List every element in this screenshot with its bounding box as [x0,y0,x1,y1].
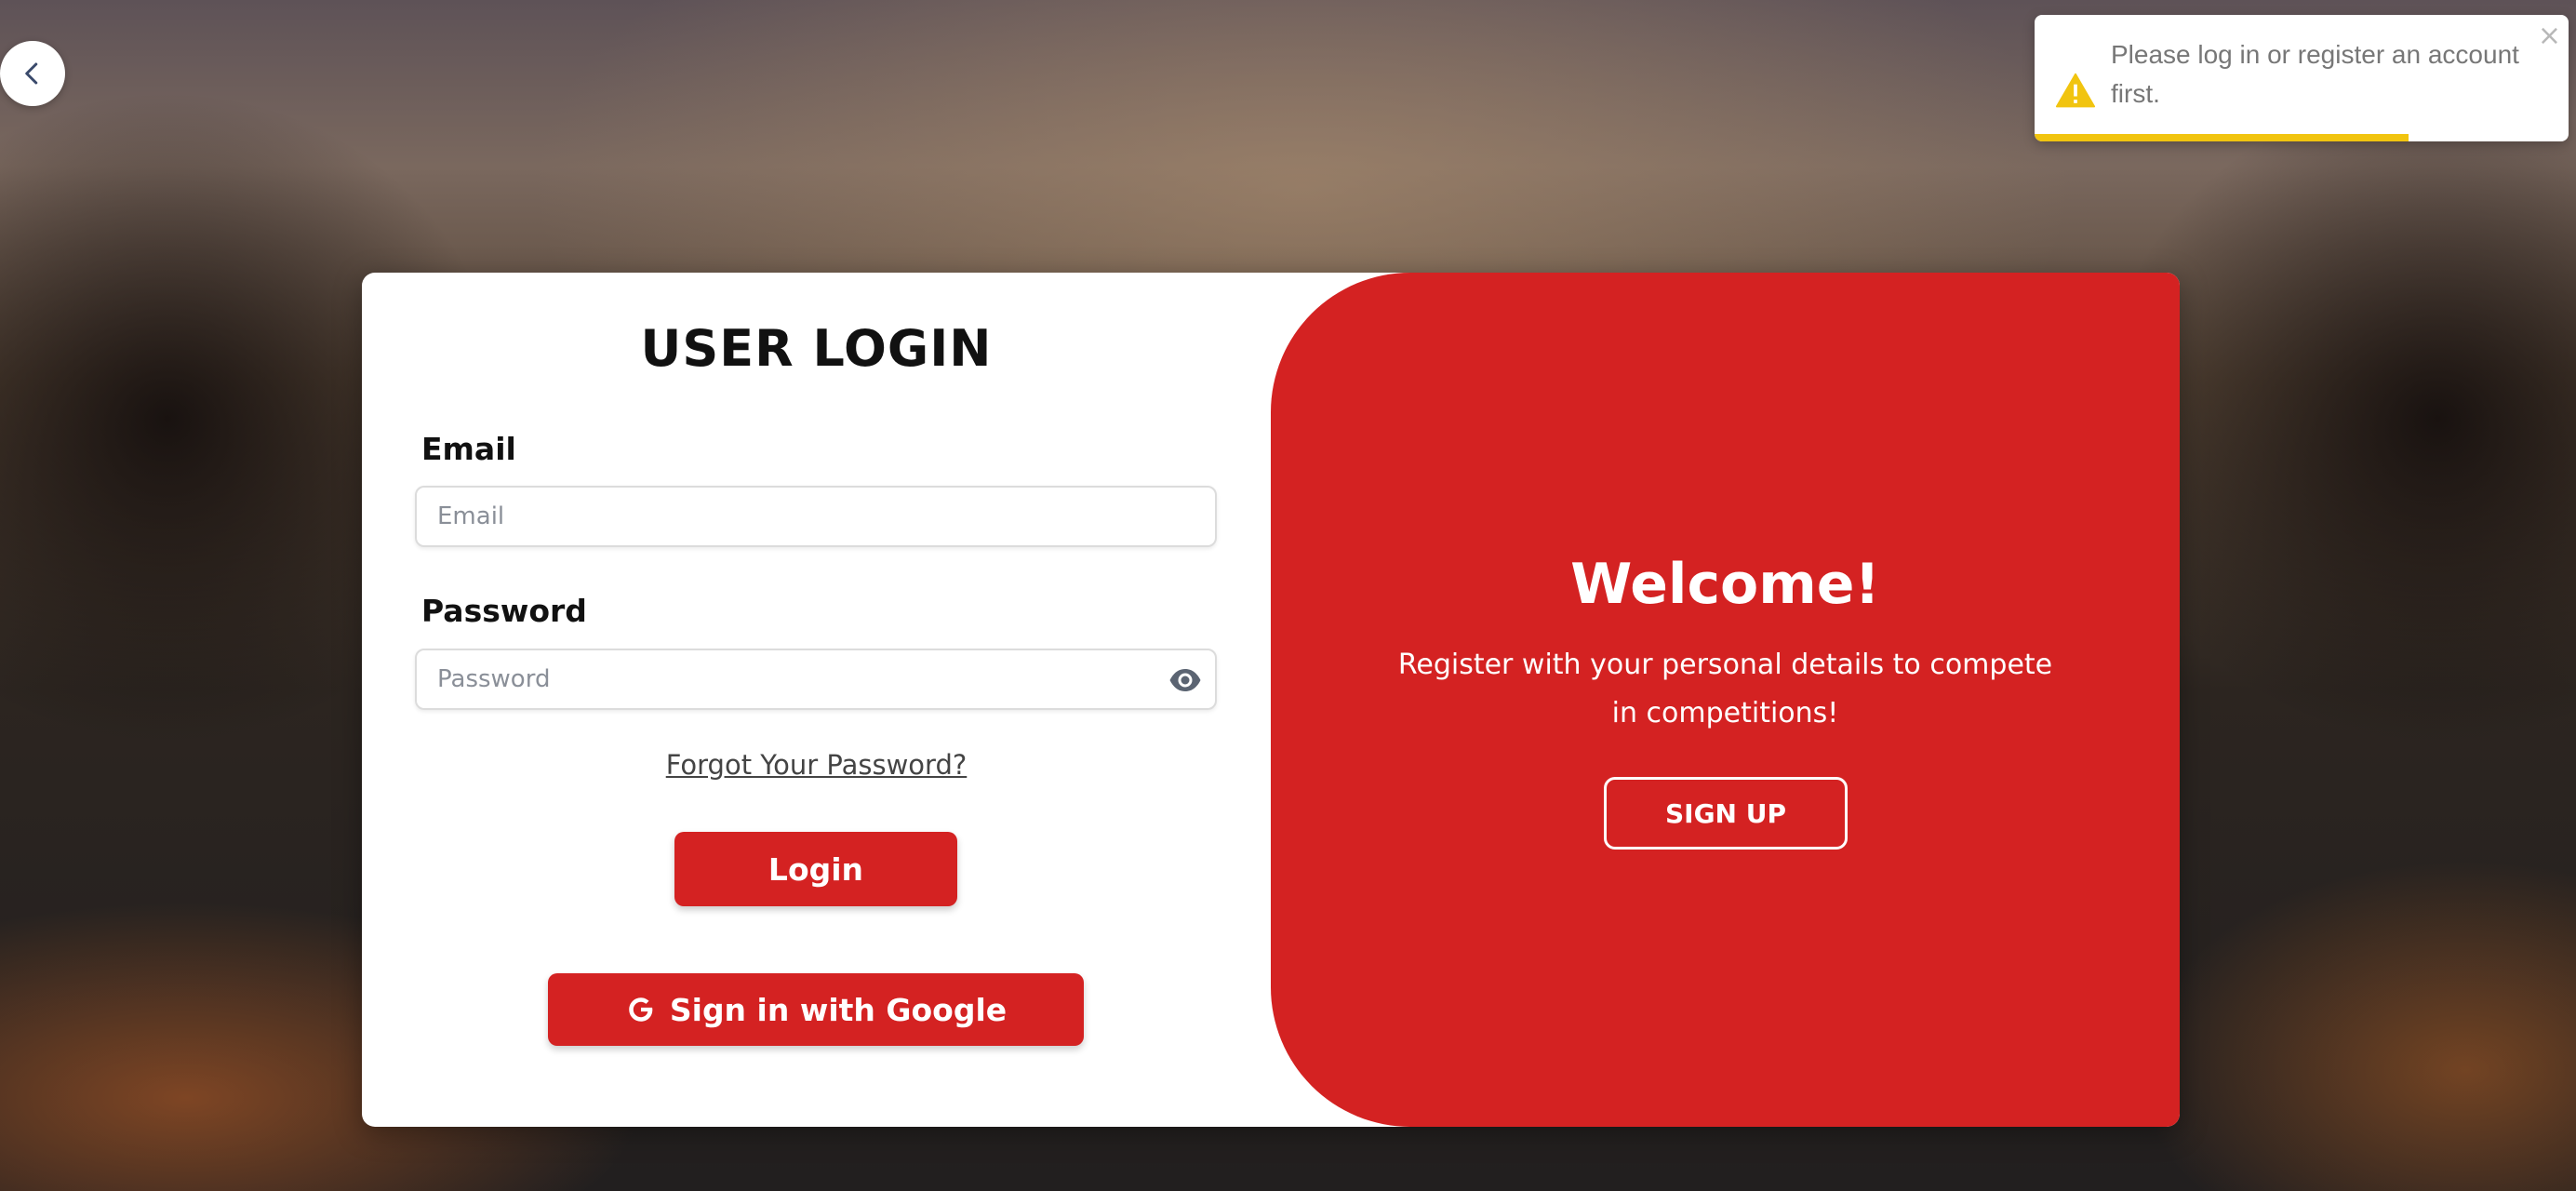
welcome-text: Register with your personal details to c… [1397,649,2053,729]
toast-message: Please log in or register an account fir… [2111,40,2519,108]
chevron-left-icon [25,62,38,85]
google-icon [629,997,653,1022]
warning-icon [2055,73,2096,108]
forgot-password-link[interactable]: Forgot Your Password? [362,749,1271,781]
google-signin-button[interactable]: Sign in with Google [548,973,1084,1046]
signup-button[interactable]: SIGN UP [1604,777,1848,850]
back-button[interactable] [0,41,65,106]
toast-close-button[interactable]: × [2538,22,2561,50]
email-label: Email [421,431,516,467]
email-field[interactable] [417,488,1215,545]
login-button[interactable]: Login [674,832,957,906]
welcome-title: Welcome! [1570,552,1880,617]
google-signin-label: Sign in with Google [669,991,1008,1028]
password-field[interactable] [417,650,1215,708]
welcome-panel: Welcome! Register with your personal det… [1271,273,2180,1127]
eye-icon[interactable] [1168,666,1202,694]
password-label: Password [421,593,587,629]
toast-progress-bar [2035,134,2409,141]
email-field-box [415,486,1217,547]
login-card: USER LOGIN Email Password Forgot Your Pa… [362,273,2180,1127]
login-title: USER LOGIN [640,319,993,378]
password-field-box [415,649,1217,710]
warning-toast: Please log in or register an account fir… [2035,15,2569,141]
